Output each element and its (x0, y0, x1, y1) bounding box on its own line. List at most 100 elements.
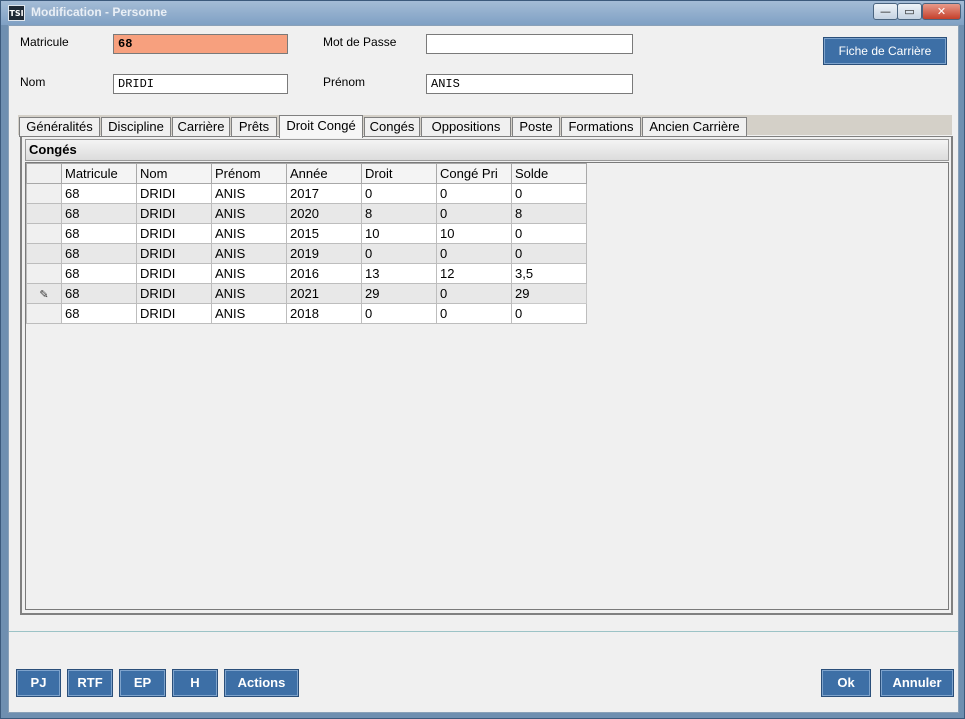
cell-solde[interactable]: 0 (511, 223, 587, 244)
row-header[interactable] (26, 303, 62, 324)
cell-nom[interactable]: DRIDI (136, 183, 212, 204)
cell-prenom[interactable]: ANIS (211, 223, 287, 244)
cell-annee[interactable]: 2021 (286, 283, 362, 304)
tab-discipline[interactable]: Discipline (101, 117, 171, 137)
col-header-droit[interactable]: Droit (361, 163, 437, 184)
cell-prenom[interactable]: ANIS (211, 203, 287, 224)
cell-nom[interactable]: DRIDI (136, 303, 212, 324)
cell-annee[interactable]: 2020 (286, 203, 362, 224)
row-header[interactable] (26, 203, 62, 224)
cell-prenom[interactable]: ANIS (211, 283, 287, 304)
cell-annee[interactable]: 2018 (286, 303, 362, 324)
dialog-client-area: Matricule 68 Mot de Passe Fiche de Carri… (8, 25, 959, 713)
table-row[interactable]: 68 DRIDI ANIS 2016 13 12 3,5 (26, 263, 587, 284)
cell-nom[interactable]: DRIDI (136, 263, 212, 284)
close-button[interactable]: ✕ (922, 3, 961, 20)
rtf-button[interactable]: RTF (67, 669, 113, 697)
cell-annee[interactable]: 2016 (286, 263, 362, 284)
cell-droit[interactable]: 0 (361, 183, 437, 204)
col-header-solde[interactable]: Solde (511, 163, 587, 184)
cell-matricule[interactable]: 68 (61, 283, 137, 304)
table-row[interactable]: 68 DRIDI ANIS 2018 0 0 0 (26, 303, 587, 324)
cell-matricule[interactable]: 68 (61, 223, 137, 244)
matricule-field[interactable]: 68 (113, 34, 288, 54)
ep-button[interactable]: EP (119, 669, 166, 697)
tab-oppositions[interactable]: Oppositions (421, 117, 511, 137)
maximize-button[interactable]: ▭ (897, 3, 922, 20)
cell-conge-pri[interactable]: 10 (436, 223, 512, 244)
prenom-field[interactable]: ANIS (426, 74, 633, 94)
pencil-icon: ✎ (39, 289, 49, 301)
cell-solde[interactable]: 0 (511, 243, 587, 264)
cell-droit[interactable]: 29 (361, 283, 437, 304)
row-header[interactable] (26, 243, 62, 264)
cell-matricule[interactable]: 68 (61, 203, 137, 224)
cell-conge-pri[interactable]: 12 (436, 263, 512, 284)
pj-button[interactable]: PJ (16, 669, 61, 697)
fiche-de-carriere-button[interactable]: Fiche de Carrière (823, 37, 947, 65)
tab-formations[interactable]: Formations (561, 117, 641, 137)
cell-nom[interactable]: DRIDI (136, 223, 212, 244)
tab-generalites[interactable]: Généralités (19, 117, 100, 137)
col-header-conge-pri[interactable]: Congé Pri (436, 163, 512, 184)
cell-conge-pri[interactable]: 0 (436, 183, 512, 204)
cell-nom[interactable]: DRIDI (136, 203, 212, 224)
mot-de-passe-field[interactable] (426, 34, 633, 54)
col-header-nom[interactable]: Nom (136, 163, 212, 184)
cell-annee[interactable]: 2019 (286, 243, 362, 264)
cell-droit[interactable]: 0 (361, 243, 437, 264)
window-title: Modification - Personne (31, 5, 168, 19)
col-header-prenom[interactable]: Prénom (211, 163, 287, 184)
cell-matricule[interactable]: 68 (61, 183, 137, 204)
cell-annee[interactable]: 2017 (286, 183, 362, 204)
cell-conge-pri[interactable]: 0 (436, 303, 512, 324)
annuler-button[interactable]: Annuler (880, 669, 954, 697)
tab-droit-conge[interactable]: Droit Congé (279, 115, 363, 138)
cell-matricule[interactable]: 68 (61, 263, 137, 284)
tab-conges[interactable]: Congés (364, 117, 420, 137)
table-row[interactable]: 68 DRIDI ANIS 2015 10 10 0 (26, 223, 587, 244)
cell-annee[interactable]: 2015 (286, 223, 362, 244)
cell-nom[interactable]: DRIDI (136, 283, 212, 304)
cell-droit[interactable]: 10 (361, 223, 437, 244)
cell-conge-pri[interactable]: 0 (436, 203, 512, 224)
row-header[interactable] (26, 263, 62, 284)
cell-prenom[interactable]: ANIS (211, 303, 287, 324)
conges-grid[interactable]: Matricule Nom Prénom Année Droit Congé P… (25, 162, 949, 610)
cell-prenom[interactable]: ANIS (211, 183, 287, 204)
col-header-annee[interactable]: Année (286, 163, 362, 184)
tab-carriere[interactable]: Carrière (172, 117, 230, 137)
cell-conge-pri[interactable]: 0 (436, 243, 512, 264)
cell-droit[interactable]: 8 (361, 203, 437, 224)
cell-droit[interactable]: 13 (361, 263, 437, 284)
actions-button[interactable]: Actions (224, 669, 299, 697)
cell-solde[interactable]: 8 (511, 203, 587, 224)
title-bar[interactable]: TSI Modification - Personne — ▭ ✕ (1, 1, 964, 25)
row-header[interactable]: ✎ (26, 283, 62, 304)
tab-ancien-carriere[interactable]: Ancien Carrière (642, 117, 747, 137)
table-row[interactable]: 68 DRIDI ANIS 2020 8 0 8 (26, 203, 587, 224)
tab-prets[interactable]: Prêts (231, 117, 277, 137)
cell-conge-pri[interactable]: 0 (436, 283, 512, 304)
h-button[interactable]: H (172, 669, 218, 697)
row-header[interactable] (26, 223, 62, 244)
cell-solde[interactable]: 0 (511, 183, 587, 204)
col-header-matricule[interactable]: Matricule (61, 163, 137, 184)
nom-field[interactable]: DRIDI (113, 74, 288, 94)
table-row-editing[interactable]: ✎ 68 DRIDI ANIS 2021 29 0 29 (26, 283, 587, 304)
cell-prenom[interactable]: ANIS (211, 263, 287, 284)
cell-solde[interactable]: 0 (511, 303, 587, 324)
ok-button[interactable]: Ok (821, 669, 871, 697)
cell-nom[interactable]: DRIDI (136, 243, 212, 264)
tab-poste[interactable]: Poste (512, 117, 560, 137)
cell-matricule[interactable]: 68 (61, 303, 137, 324)
cell-solde-editing[interactable]: 29 (511, 283, 587, 304)
cell-droit[interactable]: 0 (361, 303, 437, 324)
table-row[interactable]: 68 DRIDI ANIS 2019 0 0 0 (26, 243, 587, 264)
cell-matricule[interactable]: 68 (61, 243, 137, 264)
cell-prenom[interactable]: ANIS (211, 243, 287, 264)
row-header[interactable] (26, 183, 62, 204)
cell-solde[interactable]: 3,5 (511, 263, 587, 284)
minimize-button[interactable]: — (873, 3, 898, 20)
table-row[interactable]: 68 DRIDI ANIS 2017 0 0 0 (26, 183, 587, 204)
